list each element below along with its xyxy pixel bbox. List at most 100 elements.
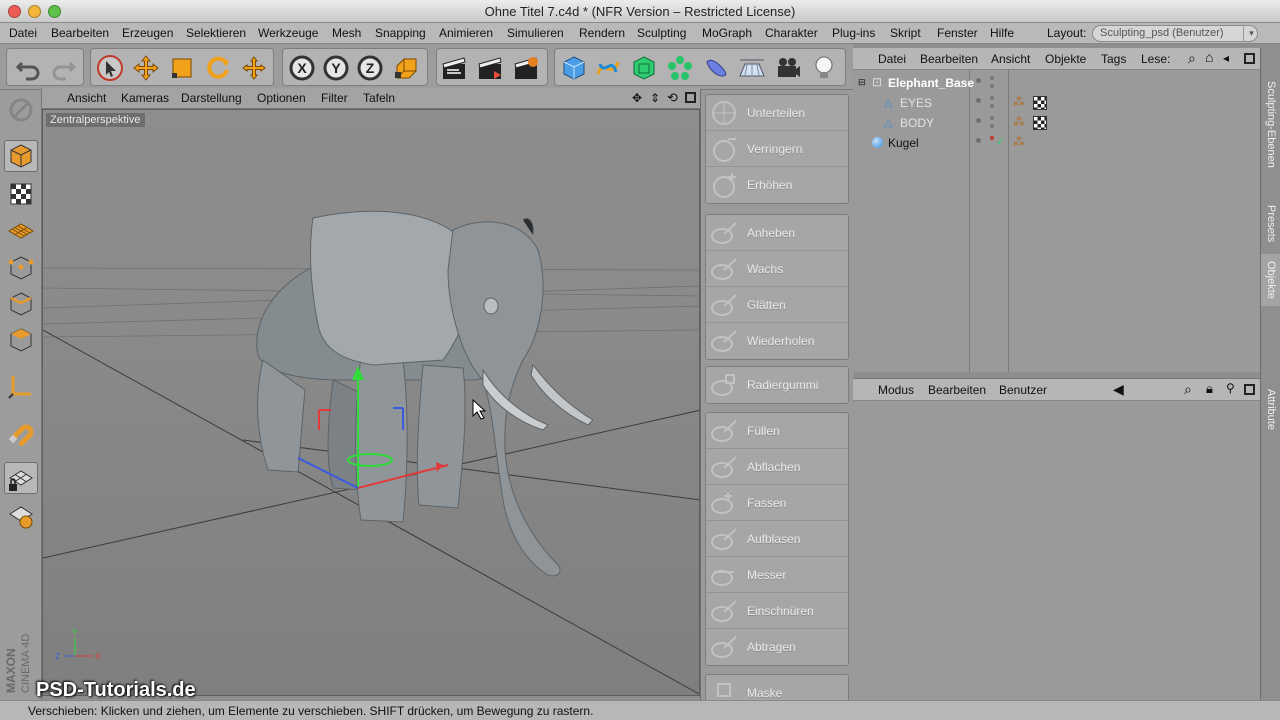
back-icon[interactable]: ◂	[1223, 51, 1229, 65]
menu-fenster[interactable]: Fenster	[937, 26, 978, 40]
fuellen-button[interactable]: Füllen	[706, 413, 848, 449]
am-menu-bearbeiten[interactable]: Bearbeiten	[928, 383, 986, 397]
menu-sculpting[interactable]: Sculpting	[637, 26, 686, 40]
object-row-eyes[interactable]: △ EYES ⁂	[853, 93, 1260, 113]
wiederholen-button[interactable]: Wiederholen	[706, 323, 848, 359]
model-mode-icon[interactable]	[4, 140, 38, 172]
wachs-button[interactable]: Wachs	[706, 251, 848, 287]
object-row-body[interactable]: △ BODY ⁂	[853, 113, 1260, 133]
menu-animieren[interactable]: Animieren	[439, 26, 493, 40]
object-row-elephant-base[interactable]: ⊟ ⊡ Elephant_Base	[853, 73, 1260, 93]
viewport-zoom-icon[interactable]: ⇕	[650, 91, 660, 105]
render-view-icon[interactable]	[439, 53, 469, 83]
render-settings-icon[interactable]	[511, 53, 541, 83]
menu-mesh[interactable]: Mesh	[332, 26, 361, 40]
radiergummi-button[interactable]: Radiergummi	[706, 367, 848, 403]
menu-datei[interactable]: Datei	[9, 26, 37, 40]
tab-objekte[interactable]: Objekte	[1261, 254, 1280, 306]
glaetten-button[interactable]: Glätten	[706, 287, 848, 323]
axis-mode-icon[interactable]	[4, 370, 38, 402]
am-menu-benutzer[interactable]: Benutzer	[999, 383, 1047, 397]
viewport-pan-icon[interactable]: ✥	[632, 91, 642, 105]
menu-snapping[interactable]: Snapping	[375, 26, 426, 40]
array-object-icon[interactable]	[665, 53, 695, 83]
floor-object-icon[interactable]	[737, 53, 767, 83]
abtragen-button[interactable]: Abtragen	[706, 629, 848, 665]
rotate-tool-icon[interactable]	[203, 53, 233, 83]
texture-mode-icon[interactable]	[4, 178, 38, 210]
fassen-button[interactable]: Fassen	[706, 485, 848, 521]
om-menu-datei[interactable]: Datei	[878, 52, 906, 66]
render-picture-viewer-icon[interactable]	[475, 53, 505, 83]
points-mode-icon[interactable]	[4, 252, 38, 284]
menu-selektieren[interactable]: Selektieren	[186, 26, 246, 40]
camera-object-icon[interactable]	[773, 53, 803, 83]
planar-workplane-icon[interactable]	[4, 500, 38, 532]
recent-tool-icon[interactable]	[239, 53, 269, 83]
anheben-button[interactable]: Anheben	[706, 215, 848, 251]
light-object-icon[interactable]	[809, 53, 839, 83]
viewport-menu-darstellung[interactable]: Darstellung	[181, 91, 242, 105]
object-row-kugel[interactable]: Kugel ✓ ⁂	[853, 133, 1260, 153]
search-icon[interactable]: ⌕	[1188, 50, 1196, 67]
polygons-mode-icon[interactable]	[4, 324, 38, 356]
erhoehen-button[interactable]: Erhöhen	[706, 167, 848, 203]
menu-rendern[interactable]: Rendern	[579, 26, 625, 40]
unterteilen-button[interactable]: Unterteilen	[706, 95, 848, 131]
phong-tag-icon[interactable]: ⁂	[1013, 135, 1025, 149]
viewport-menu-optionen[interactable]: Optionen	[257, 91, 306, 105]
om-menu-objekte[interactable]: Objekte	[1045, 52, 1086, 66]
menu-skript[interactable]: Skript	[890, 26, 921, 40]
tab-sculpting-ebenen[interactable]: Sculpting-Ebenen	[1261, 54, 1280, 194]
viewport-menu-filter[interactable]: Filter	[321, 91, 348, 105]
menu-bearbeiten[interactable]: Bearbeiten	[51, 26, 109, 40]
3d-viewport[interactable]: Y X Z Zentralperspektive	[42, 109, 700, 696]
viewport-maximize-icon[interactable]	[685, 92, 696, 103]
spline-object-icon[interactable]	[593, 53, 623, 83]
search-icon[interactable]: ⌕	[1184, 381, 1192, 398]
om-menu-tags[interactable]: Tags	[1101, 52, 1126, 66]
menu-werkzeuge[interactable]: Werkzeuge	[258, 26, 318, 40]
scale-tool-icon[interactable]	[167, 53, 197, 83]
link-icon[interactable]: ⚲	[1226, 381, 1235, 395]
checkmark-icon[interactable]: ✓	[996, 135, 1005, 148]
menu-simulieren[interactable]: Simulieren	[507, 26, 564, 40]
collapse-icon[interactable]: ⊟	[858, 77, 866, 88]
am-menu-modus[interactable]: Modus	[878, 383, 914, 397]
layout-dropdown[interactable]: Sculpting_psd (Benutzer) ▾	[1092, 25, 1258, 42]
menu-erzeugen[interactable]: Erzeugen	[122, 26, 173, 40]
workplane-mode-icon[interactable]	[4, 214, 38, 246]
lock-icon[interactable]: 🔒︎	[1206, 381, 1213, 397]
tab-presets[interactable]: Presets	[1261, 198, 1280, 250]
undo-icon[interactable]	[13, 53, 43, 83]
coordinate-system-icon[interactable]	[391, 53, 421, 83]
viewport-menu-kameras[interactable]: Kameras	[121, 91, 169, 105]
edges-mode-icon[interactable]	[4, 288, 38, 320]
tab-attribute[interactable]: Attribute	[1261, 380, 1280, 438]
verringern-button[interactable]: Verringern	[706, 131, 848, 167]
maximize-panel-icon[interactable]	[1244, 384, 1255, 395]
viewport-rotate-icon[interactable]: ⟲	[667, 90, 678, 106]
menu-mograph[interactable]: MoGraph	[702, 26, 752, 40]
menu-plugins[interactable]: Plug-ins	[832, 26, 875, 40]
aufblasen-button[interactable]: Aufblasen	[706, 521, 848, 557]
om-menu-bearbeiten[interactable]: Bearbeiten	[920, 52, 978, 66]
live-selection-icon[interactable]	[95, 53, 125, 83]
menu-hilfe[interactable]: Hilfe	[990, 26, 1014, 40]
material-tag-icon[interactable]	[1033, 116, 1047, 130]
x-axis-lock-icon[interactable]: X	[287, 53, 317, 83]
phong-tag-icon[interactable]: ⁂	[1013, 95, 1025, 109]
y-axis-lock-icon[interactable]: Y	[321, 53, 351, 83]
redo-icon[interactable]	[49, 53, 79, 83]
home-icon[interactable]: ⌂	[1205, 49, 1213, 65]
lock-workplane-icon[interactable]	[4, 462, 38, 494]
maximize-panel-icon[interactable]	[1244, 53, 1255, 64]
messer-button[interactable]: Messer	[706, 557, 848, 593]
om-menu-ansicht[interactable]: Ansicht	[991, 52, 1030, 66]
viewport-menu-tafeln[interactable]: Tafeln	[363, 91, 395, 105]
om-menu-lesezeichen[interactable]: Lese:	[1141, 52, 1170, 66]
back-arrow-icon[interactable]: ◀	[1113, 381, 1124, 398]
menu-charakter[interactable]: Charakter	[765, 26, 818, 40]
viewport-menu-ansicht[interactable]: Ansicht	[67, 91, 106, 105]
deformer-object-icon[interactable]	[701, 53, 731, 83]
